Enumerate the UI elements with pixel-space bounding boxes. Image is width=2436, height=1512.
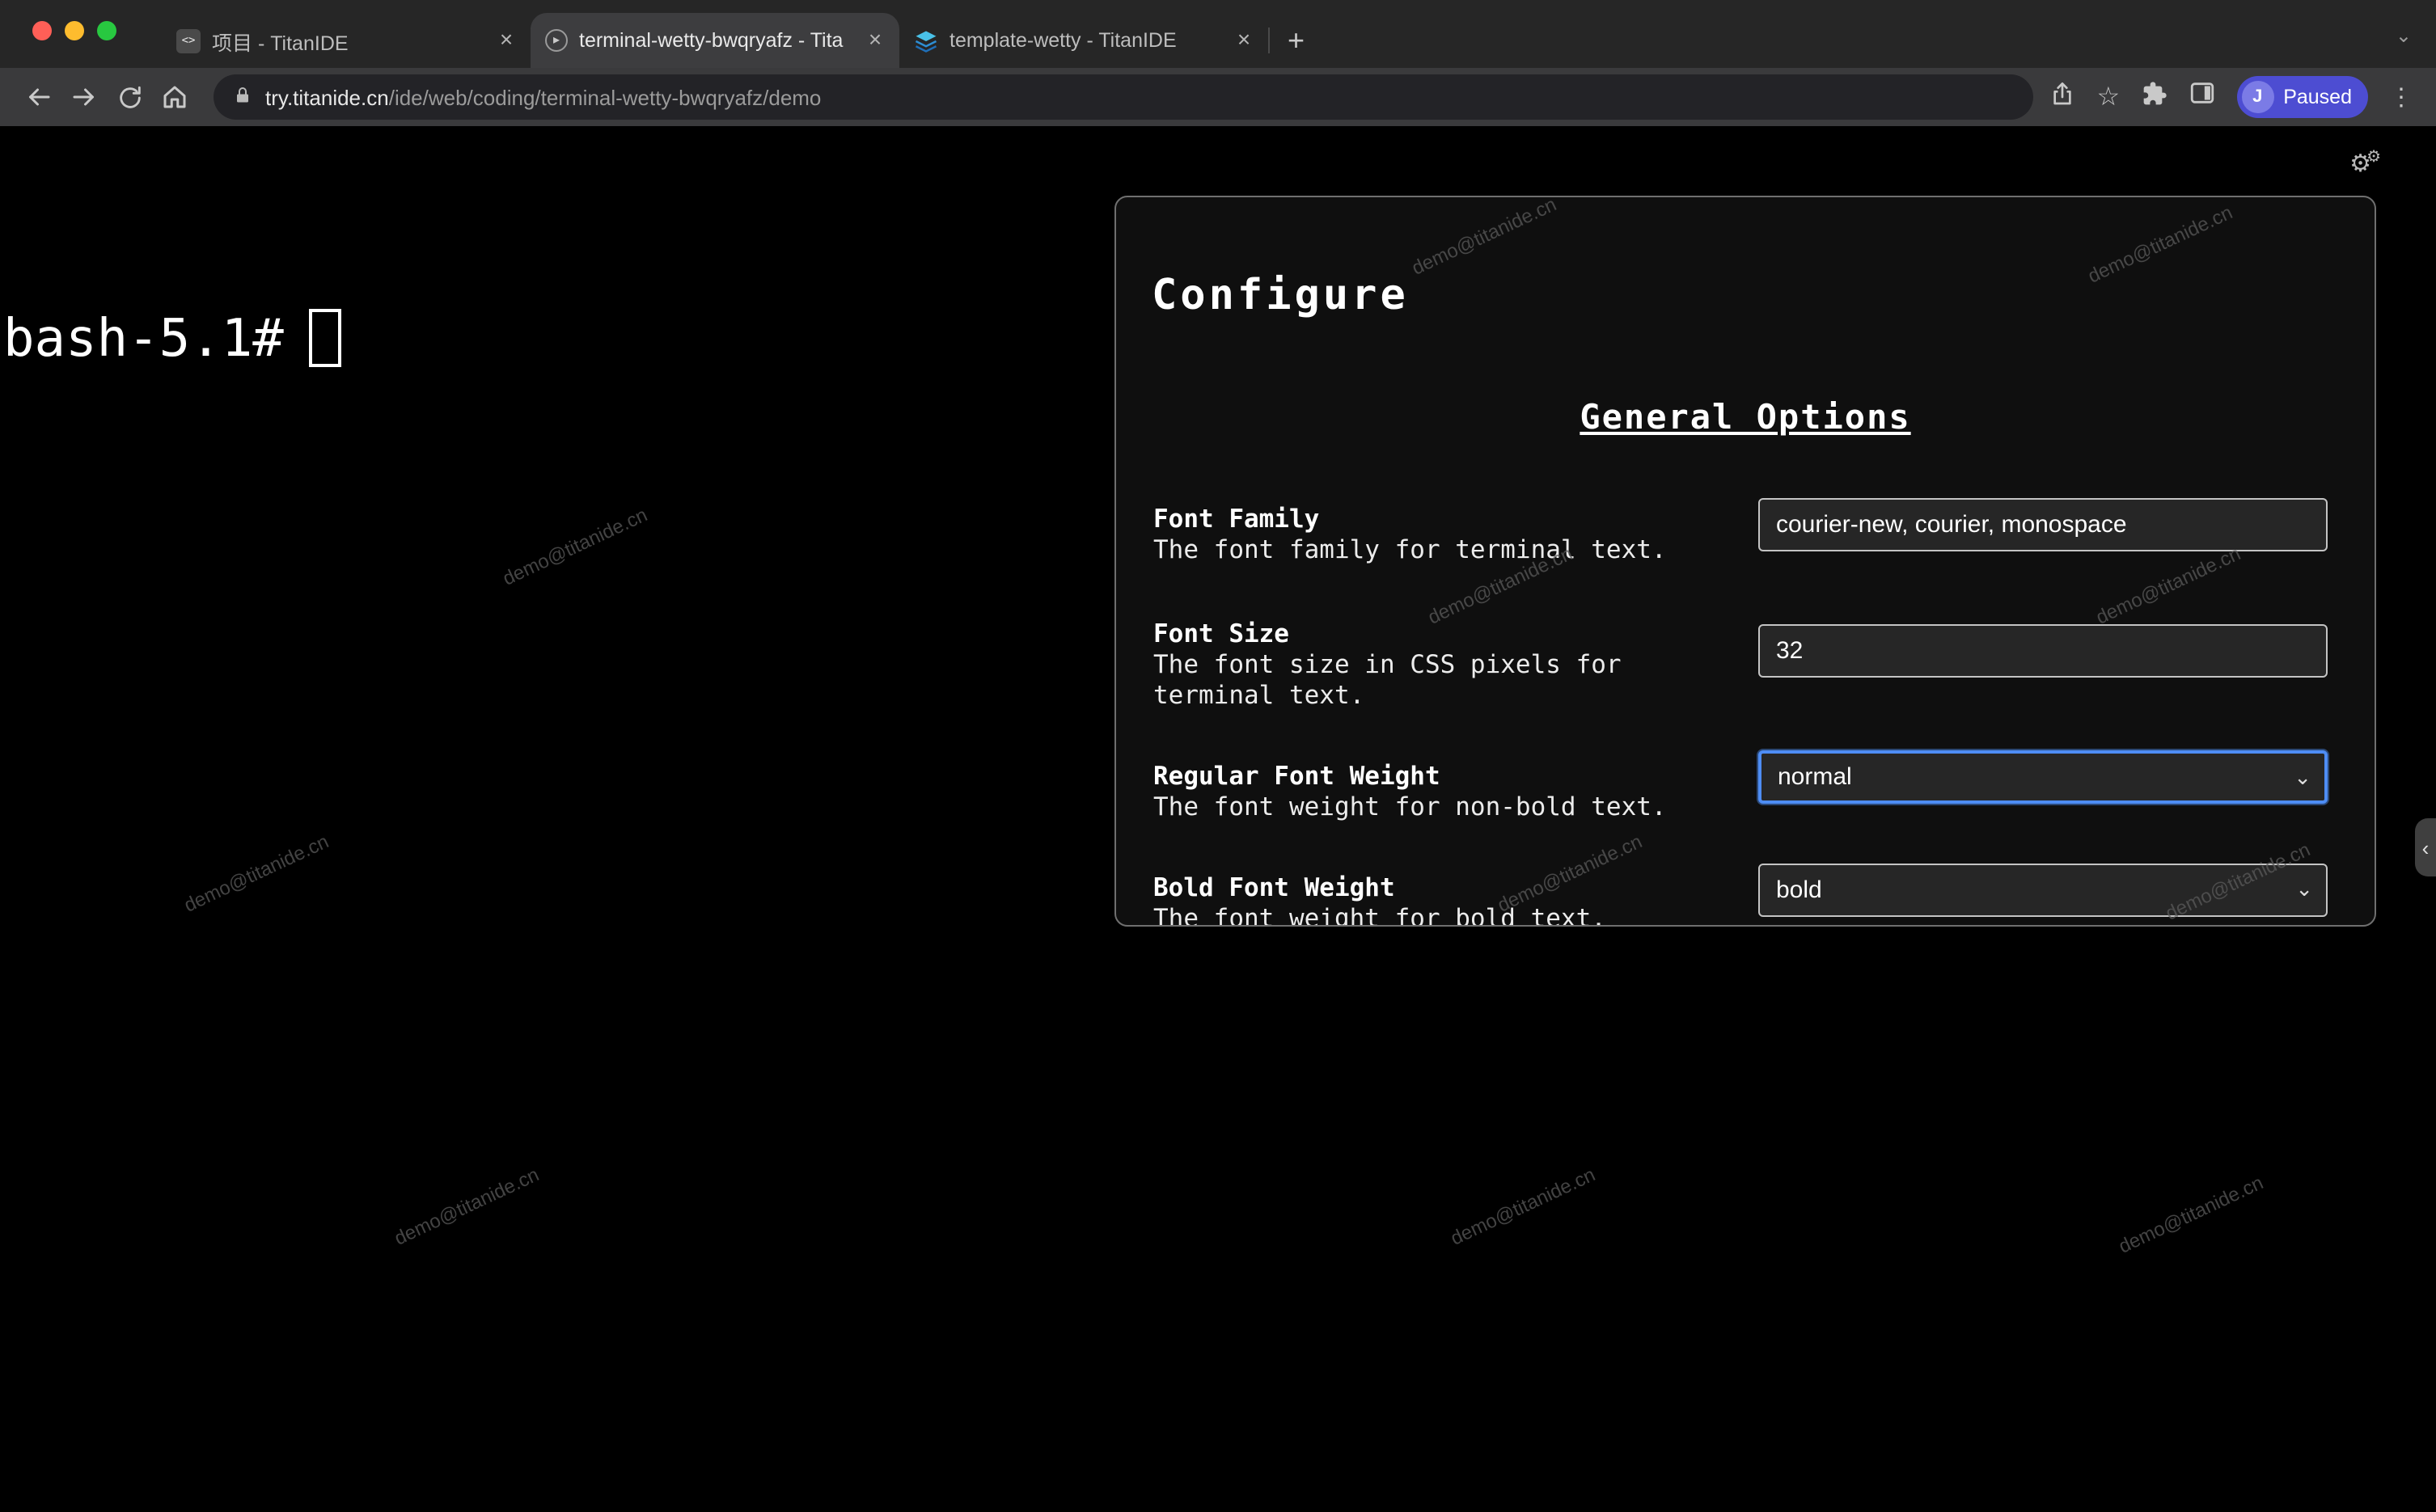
chevron-down-icon: ⌄	[2295, 876, 2313, 901]
field-label-font-size: Font Size	[1153, 619, 1289, 648]
browser-menu-icon[interactable]: ⋮	[2389, 82, 2413, 112]
browser-window: <> 项目 - TitanIDE × ▸ terminal-wetty-bwqr…	[0, 0, 2436, 1512]
field-label-bold-font-weight: Bold Font Weight	[1153, 873, 1395, 902]
tab-title: template-wetty - TitanIDE	[949, 29, 1177, 52]
tab-strip: <> 项目 - TitanIDE × ▸ terminal-wetty-bwqr…	[0, 0, 2436, 68]
profile-chip[interactable]: J Paused	[2236, 76, 2368, 118]
tab-title: 项目 - TitanIDE	[212, 32, 349, 54]
close-tab-icon[interactable]: ×	[493, 27, 519, 53]
chevron-down-icon: ⌄	[2294, 765, 2311, 789]
profile-status-label: Paused	[2283, 86, 2352, 108]
url-text: try.titanide.cn/ide/web/coding/terminal-…	[265, 85, 821, 109]
field-desc-regular-font-weight: The font weight for non-bold text.	[1153, 792, 1667, 821]
new-tab-button[interactable]: +	[1288, 26, 1305, 55]
tab-project[interactable]: <> 项目 - TitanIDE ×	[162, 13, 532, 68]
regular-font-weight-value: normal	[1778, 763, 1852, 791]
lock-icon[interactable]	[233, 85, 252, 109]
section-heading: General Options	[1580, 398, 1911, 437]
layers-icon	[914, 28, 938, 53]
forward-button[interactable]	[61, 74, 107, 120]
configure-panel: Configure General Options Font Family Th…	[1114, 196, 2376, 927]
close-tab-icon[interactable]: ×	[1231, 27, 1257, 53]
address-bar[interactable]: try.titanide.cn/ide/web/coding/terminal-…	[214, 74, 2034, 120]
tab-terminal-wetty[interactable]: ▸ terminal-wetty-bwqryafz - Tita ×	[531, 13, 899, 68]
terminal-cursor	[309, 309, 342, 367]
toolbar-right-icons: ☆ J Paused ⋮	[2050, 76, 2413, 118]
close-window-button[interactable]	[32, 21, 52, 40]
tab-search-chevron-icon[interactable]: ⌄	[2396, 24, 2412, 47]
reload-button[interactable]	[107, 74, 152, 120]
font-size-input[interactable]	[1758, 624, 2328, 678]
tab-title: terminal-wetty-bwqryafz - Tita	[579, 29, 844, 52]
chevron-left-icon: ‹	[2421, 835, 2430, 859]
gear-icon: ⚙	[2366, 149, 2381, 167]
regular-font-weight-select[interactable]: normal ⌄	[1758, 750, 2328, 804]
field-label-font-family: Font Family	[1153, 505, 1320, 534]
field-desc-font-size: The font size in CSS pixels for terminal…	[1153, 650, 1622, 710]
bold-font-weight-select[interactable]: bold ⌄	[1758, 864, 2328, 917]
font-family-input[interactable]	[1758, 498, 2328, 551]
terminal-prompt-line: bash-5.1#	[3, 307, 342, 369]
bold-font-weight-value: bold	[1776, 876, 1822, 904]
field-label-regular-font-weight: Regular Font Weight	[1153, 762, 1440, 791]
tab-list: <> 项目 - TitanIDE × ▸ terminal-wetty-bwqr…	[162, 0, 1270, 68]
terminal-favicon-icon: ▸	[545, 29, 568, 52]
url-domain: try.titanide.cn	[265, 85, 389, 109]
extensions-puzzle-icon[interactable]	[2141, 80, 2167, 114]
tab-template-wetty[interactable]: template-wetty - TitanIDE ×	[899, 13, 1270, 68]
panel-title: Configure	[1152, 272, 1409, 320]
terminal-prompt: bash-5.1#	[3, 307, 284, 369]
home-button[interactable]	[152, 74, 197, 120]
panel-collapse-handle[interactable]: ‹	[2415, 818, 2436, 876]
close-tab-icon[interactable]: ×	[862, 27, 888, 53]
back-button[interactable]	[16, 74, 61, 120]
window-controls	[32, 21, 116, 40]
side-panel-icon[interactable]	[2188, 79, 2215, 115]
url-path: /ide/web/coding/terminal-wetty-bwqryafz/…	[388, 85, 822, 109]
share-icon[interactable]	[2050, 80, 2076, 114]
avatar: J	[2241, 81, 2274, 113]
code-icon: <>	[176, 28, 201, 53]
field-desc-font-family: The font family for terminal text.	[1153, 535, 1667, 564]
minimize-window-button[interactable]	[65, 21, 84, 40]
field-desc-bold-font-weight: The font weight for bold text.	[1153, 904, 1606, 927]
zoom-window-button[interactable]	[97, 21, 116, 40]
browser-toolbar: try.titanide.cn/ide/web/coding/terminal-…	[0, 68, 2436, 126]
terminal-settings-button[interactable]: ⚙⚙	[2349, 149, 2381, 179]
bookmark-star-icon[interactable]: ☆	[2097, 81, 2121, 113]
